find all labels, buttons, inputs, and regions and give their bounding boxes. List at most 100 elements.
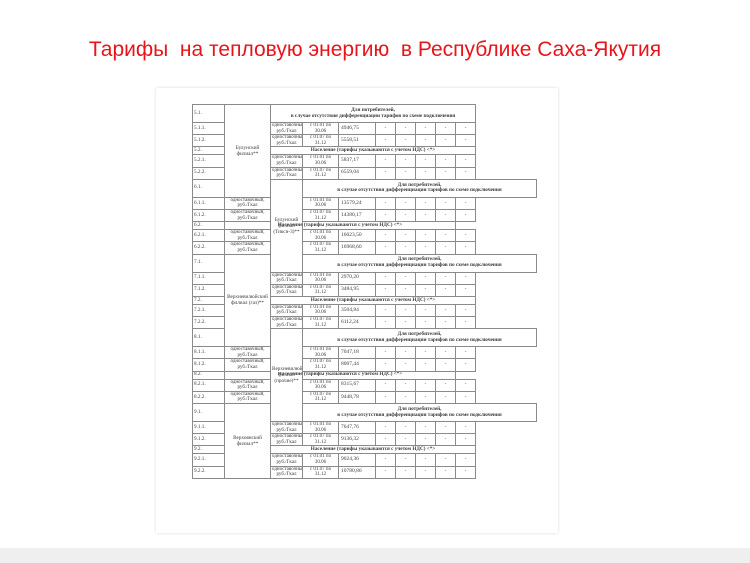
row-number: 8.2. bbox=[192, 370, 225, 380]
row-number: 8.2.1. bbox=[192, 378, 225, 392]
empty-cell: - bbox=[435, 390, 456, 405]
empty-cell: - bbox=[415, 465, 436, 479]
empty-cell: - bbox=[454, 390, 477, 405]
branch-name: Булунский филиал** bbox=[224, 104, 271, 198]
tariff-period: с 01.07 по 31.12 bbox=[302, 134, 339, 148]
tariff-type: одноставочный, руб./Гкал bbox=[270, 303, 303, 318]
tariff-value: 3504,84 bbox=[338, 303, 376, 318]
tariff-period: с 01.01 по 30.06 bbox=[302, 346, 339, 360]
tariff-period: с 01.07 по 31.12 bbox=[302, 465, 339, 479]
table-row: 8.1.1. одноставочный, руб./Гкал с 01.01 по… bbox=[192, 346, 537, 360]
tariff-type: одноставочный, руб./Гкал bbox=[270, 465, 303, 479]
tariff-value: 5558,51 bbox=[338, 134, 376, 148]
empty-cell: - bbox=[375, 378, 396, 392]
table-row: 8.2.2. одноставочный, руб./Гкал с 01.07 по… bbox=[192, 390, 537, 405]
row-number: 7.1. bbox=[192, 253, 225, 273]
empty-cell: - bbox=[375, 453, 396, 467]
tariff-type: одноставочный, руб./Гкал bbox=[224, 378, 271, 392]
population-header-row: 6.2. Население (тарифы указываются с учет… bbox=[192, 221, 537, 231]
empty-cell: - bbox=[435, 346, 456, 360]
empty-cell: - bbox=[435, 283, 456, 297]
empty-cell: - bbox=[415, 196, 436, 210]
row-number: 7.1.2. bbox=[192, 283, 225, 297]
tariff-value: 2970,20 bbox=[338, 271, 376, 285]
empty-cell: - bbox=[435, 378, 456, 392]
tariff-type: одноставочный, руб./Гкал bbox=[270, 271, 303, 285]
tariff-type: одноставочный, руб./Гкал bbox=[270, 433, 303, 447]
tariff-period: с 01.07 по 31.12 bbox=[302, 316, 339, 330]
empty-cell: - bbox=[454, 465, 477, 479]
empty-cell: - bbox=[454, 208, 477, 223]
empty-cell: - bbox=[415, 420, 436, 435]
branch-name: Верхоянский филиал** bbox=[224, 403, 271, 479]
empty-cell: - bbox=[435, 196, 456, 210]
row-number: 8.1.2. bbox=[192, 358, 225, 372]
population-header-row: 8.2. Население (тарифы указываются с учет… bbox=[192, 370, 537, 380]
tariff-period: с 01.07 по 31.12 bbox=[302, 283, 339, 297]
empty-cell: - bbox=[395, 121, 416, 136]
empty-cell: - bbox=[435, 229, 456, 243]
empty-cell: - bbox=[395, 346, 416, 360]
row-number: 5.1.1. bbox=[192, 121, 225, 136]
empty-cell: - bbox=[454, 316, 477, 330]
empty-cell: - bbox=[415, 166, 436, 180]
tariff-type: одноставочный, руб./Гкал bbox=[270, 283, 303, 297]
tariff-period: с 01.01 по 30.06 bbox=[302, 196, 339, 210]
bottom-bar bbox=[0, 548, 750, 563]
empty-cell: - bbox=[395, 433, 416, 447]
row-number: 7.2. bbox=[192, 295, 225, 305]
empty-cell: - bbox=[415, 378, 436, 392]
tariff-value: 7047,18 bbox=[338, 346, 376, 360]
row-number: 7.2.1. bbox=[192, 303, 225, 318]
row-number: 9.1.1. bbox=[192, 420, 225, 435]
empty-cell: - bbox=[435, 121, 456, 136]
population-header: Население (тарифы указываются с учетом Н… bbox=[269, 445, 477, 455]
tariff-value: 16968,60 bbox=[338, 241, 376, 255]
tariff-value: 7647,76 bbox=[338, 420, 376, 435]
tariff-period: с 01.07 по 31.12 bbox=[302, 433, 339, 447]
tariff-type: одноставочный, руб./Гкал bbox=[224, 241, 271, 255]
tariff-period: с 01.01 по 30.06 bbox=[302, 229, 339, 243]
empty-cell: - bbox=[454, 358, 477, 372]
empty-cell: - bbox=[415, 134, 436, 148]
empty-cell: - bbox=[395, 154, 416, 168]
empty-cell: - bbox=[454, 433, 477, 447]
empty-cell: - bbox=[415, 453, 436, 467]
tariff-period: с 01.07 по 31.12 bbox=[302, 358, 339, 372]
tariff-value: 13579,24 bbox=[338, 196, 376, 210]
empty-cell: - bbox=[375, 121, 396, 136]
tariff-period: с 01.07 по 31.12 bbox=[302, 390, 339, 405]
empty-cell: - bbox=[375, 134, 396, 148]
row-number: 8.1.1. bbox=[192, 346, 225, 360]
table-row: 8.1.2. одноставочный, руб./Гкал с 01.07 по… bbox=[192, 358, 537, 372]
row-number: 6.2.2. bbox=[192, 241, 225, 255]
empty-cell: - bbox=[415, 358, 436, 372]
empty-cell: - bbox=[415, 433, 436, 447]
tariff-type: одноставочный, руб./Гкал bbox=[270, 420, 303, 435]
section-header-row: 5.1. Булунский филиал** Для потребителей, … bbox=[192, 104, 537, 198]
empty-cell: - bbox=[375, 358, 396, 372]
empty-cell: - bbox=[395, 196, 416, 210]
empty-cell: - bbox=[395, 241, 416, 255]
empty-cell: - bbox=[435, 316, 456, 330]
row-number: 6.1. bbox=[192, 178, 225, 198]
tariff-period: с 01.01 по 30.06 bbox=[302, 121, 339, 136]
tariff-period: с 01.01 по 30.06 bbox=[302, 420, 339, 435]
empty-cell: - bbox=[454, 303, 477, 318]
population-header: Население (тарифы указываются с учетом Н… bbox=[269, 295, 477, 305]
empty-cell: - bbox=[395, 229, 416, 243]
tariff-value: 10780,86 bbox=[338, 465, 376, 479]
row-number: 5.2.2. bbox=[192, 166, 225, 180]
empty-cell: - bbox=[454, 229, 477, 243]
table-row: 6.2.2. одноставочный, руб./Гкал с 01.07 по… bbox=[192, 241, 537, 255]
row-number: 6.2. bbox=[192, 221, 225, 231]
tariff-value: 4946,75 bbox=[338, 121, 376, 136]
population-header: Население (тарифы указываются с учетом Н… bbox=[224, 370, 456, 380]
consumer-header: Для потребителей, в случае отсутствия ди… bbox=[302, 253, 537, 273]
empty-cell: - bbox=[415, 241, 436, 255]
row-number: 5.2. bbox=[192, 146, 225, 156]
tariff-period: с 01.07 по 31.12 bbox=[302, 208, 339, 223]
empty-cell: - bbox=[454, 271, 477, 285]
tariff-period: с 01.01 по 30.06 bbox=[302, 378, 339, 392]
tariff-value: 16023,50 bbox=[338, 229, 376, 243]
